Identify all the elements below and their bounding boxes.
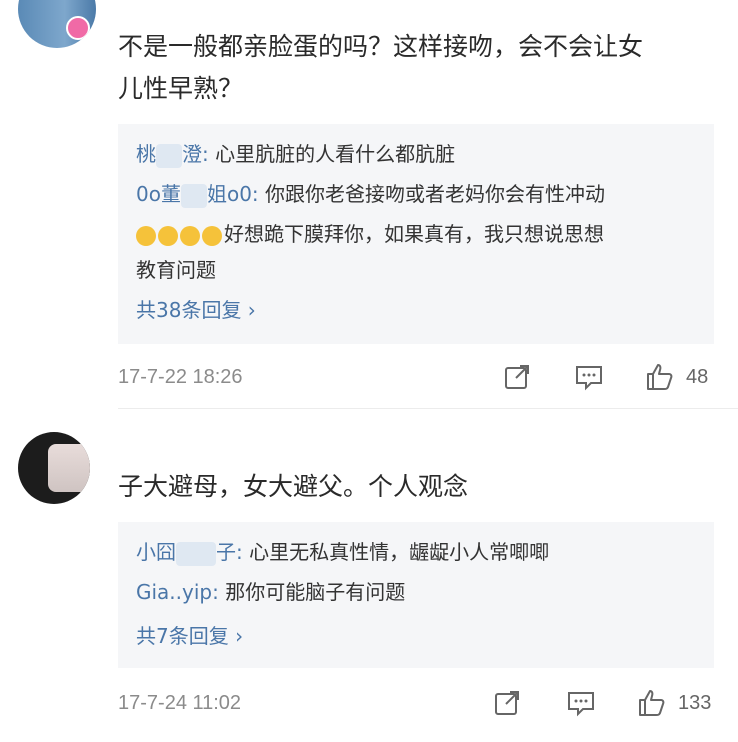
reply-text: 心里无私真性情，龌龊小人常唧唧: [249, 540, 550, 564]
reply-author-tail[interactable]: 子:: [216, 540, 243, 564]
like-icon[interactable]: [636, 688, 666, 718]
redacted-block: [48, 444, 90, 492]
reply-author[interactable]: 0o董: [136, 182, 181, 206]
reply-author[interactable]: Gia.: [136, 580, 176, 604]
reply-text: 心里肮脏的人看什么都肮脏: [215, 142, 456, 166]
redacted-block: [180, 183, 207, 208]
like-count: 48: [686, 366, 709, 388]
reply-author[interactable]: 桃: [136, 142, 156, 166]
reply-item[interactable]: 小囧 子: 心里无私真性情，龌龊小人常唧唧: [136, 534, 702, 570]
reply-item: 教育问题: [136, 252, 702, 288]
avatar[interactable]: [18, 0, 96, 48]
reply-item: 好想跪下膜拜你，如果真有，我只想说思想: [136, 216, 702, 252]
emoji-icon: [158, 225, 178, 246]
reply-author-tail[interactable]: .yip:: [176, 580, 219, 604]
comment-meta: 17-7-22 18:26 48: [118, 360, 714, 394]
reply-text: 你跟你老爸接吻或者老妈你会有性冲动: [265, 182, 606, 206]
timestamp: 17-7-24 11:02: [118, 692, 242, 714]
reply-box[interactable]: 小囧 子: 心里无私真性情，龌龊小人常唧唧 Gia..yip: 那你可能脑子有问题…: [118, 522, 714, 668]
reply-item[interactable]: Gia..yip: 那你可能脑子有问题: [136, 574, 702, 610]
reply-author-tail[interactable]: 澄:: [182, 142, 209, 166]
divider: [118, 408, 738, 409]
emoji-icon: [180, 225, 200, 246]
share-icon[interactable]: [502, 362, 532, 392]
reply-text: 那你可能脑子有问题: [225, 580, 406, 604]
share-icon[interactable]: [492, 688, 522, 718]
avatar[interactable]: [18, 432, 90, 504]
more-replies-link[interactable]: 共38条回复 ›: [136, 294, 256, 323]
reply-item[interactable]: 桃 澄: 心里肮脏的人看什么都肮脏: [136, 136, 702, 172]
reply-text: 教育问题: [136, 258, 216, 282]
reply-text: 好想跪下膜拜你，如果真有，我只想说思想: [224, 222, 604, 246]
like-count: 133: [678, 692, 712, 714]
comment-icon[interactable]: [574, 362, 604, 392]
more-replies-link[interactable]: 共7条回复 ›: [136, 620, 243, 649]
like-icon[interactable]: [644, 362, 674, 392]
comment-meta: 17-7-24 11:02 133: [118, 686, 714, 720]
reply-item[interactable]: 0o董 姐o0: 你跟你老爸接吻或者老妈你会有性冲动: [136, 176, 702, 212]
comment-text: 不是一般都亲脸蛋的吗？这样接吻，会不会让女 儿性早熟？: [118, 32, 644, 103]
emoji-icon: [202, 225, 222, 246]
emoji-icon: [136, 225, 156, 246]
reply-author[interactable]: 小囧: [136, 540, 176, 564]
reply-box[interactable]: 桃 澄: 心里肮脏的人看什么都肮脏 0o董 姐o0: 你跟你老爸接吻或者老妈你会有性…: [118, 124, 714, 344]
comment-text: 子大避母，女大避父。个人观念: [118, 472, 469, 501]
redacted-block: [176, 541, 216, 566]
timestamp: 17-7-22 18:26: [118, 366, 243, 388]
comment-icon[interactable]: [566, 688, 596, 718]
verified-badge-icon: [66, 16, 90, 40]
reply-author-tail[interactable]: 姐o0:: [207, 182, 259, 206]
redacted-block: [156, 143, 182, 168]
